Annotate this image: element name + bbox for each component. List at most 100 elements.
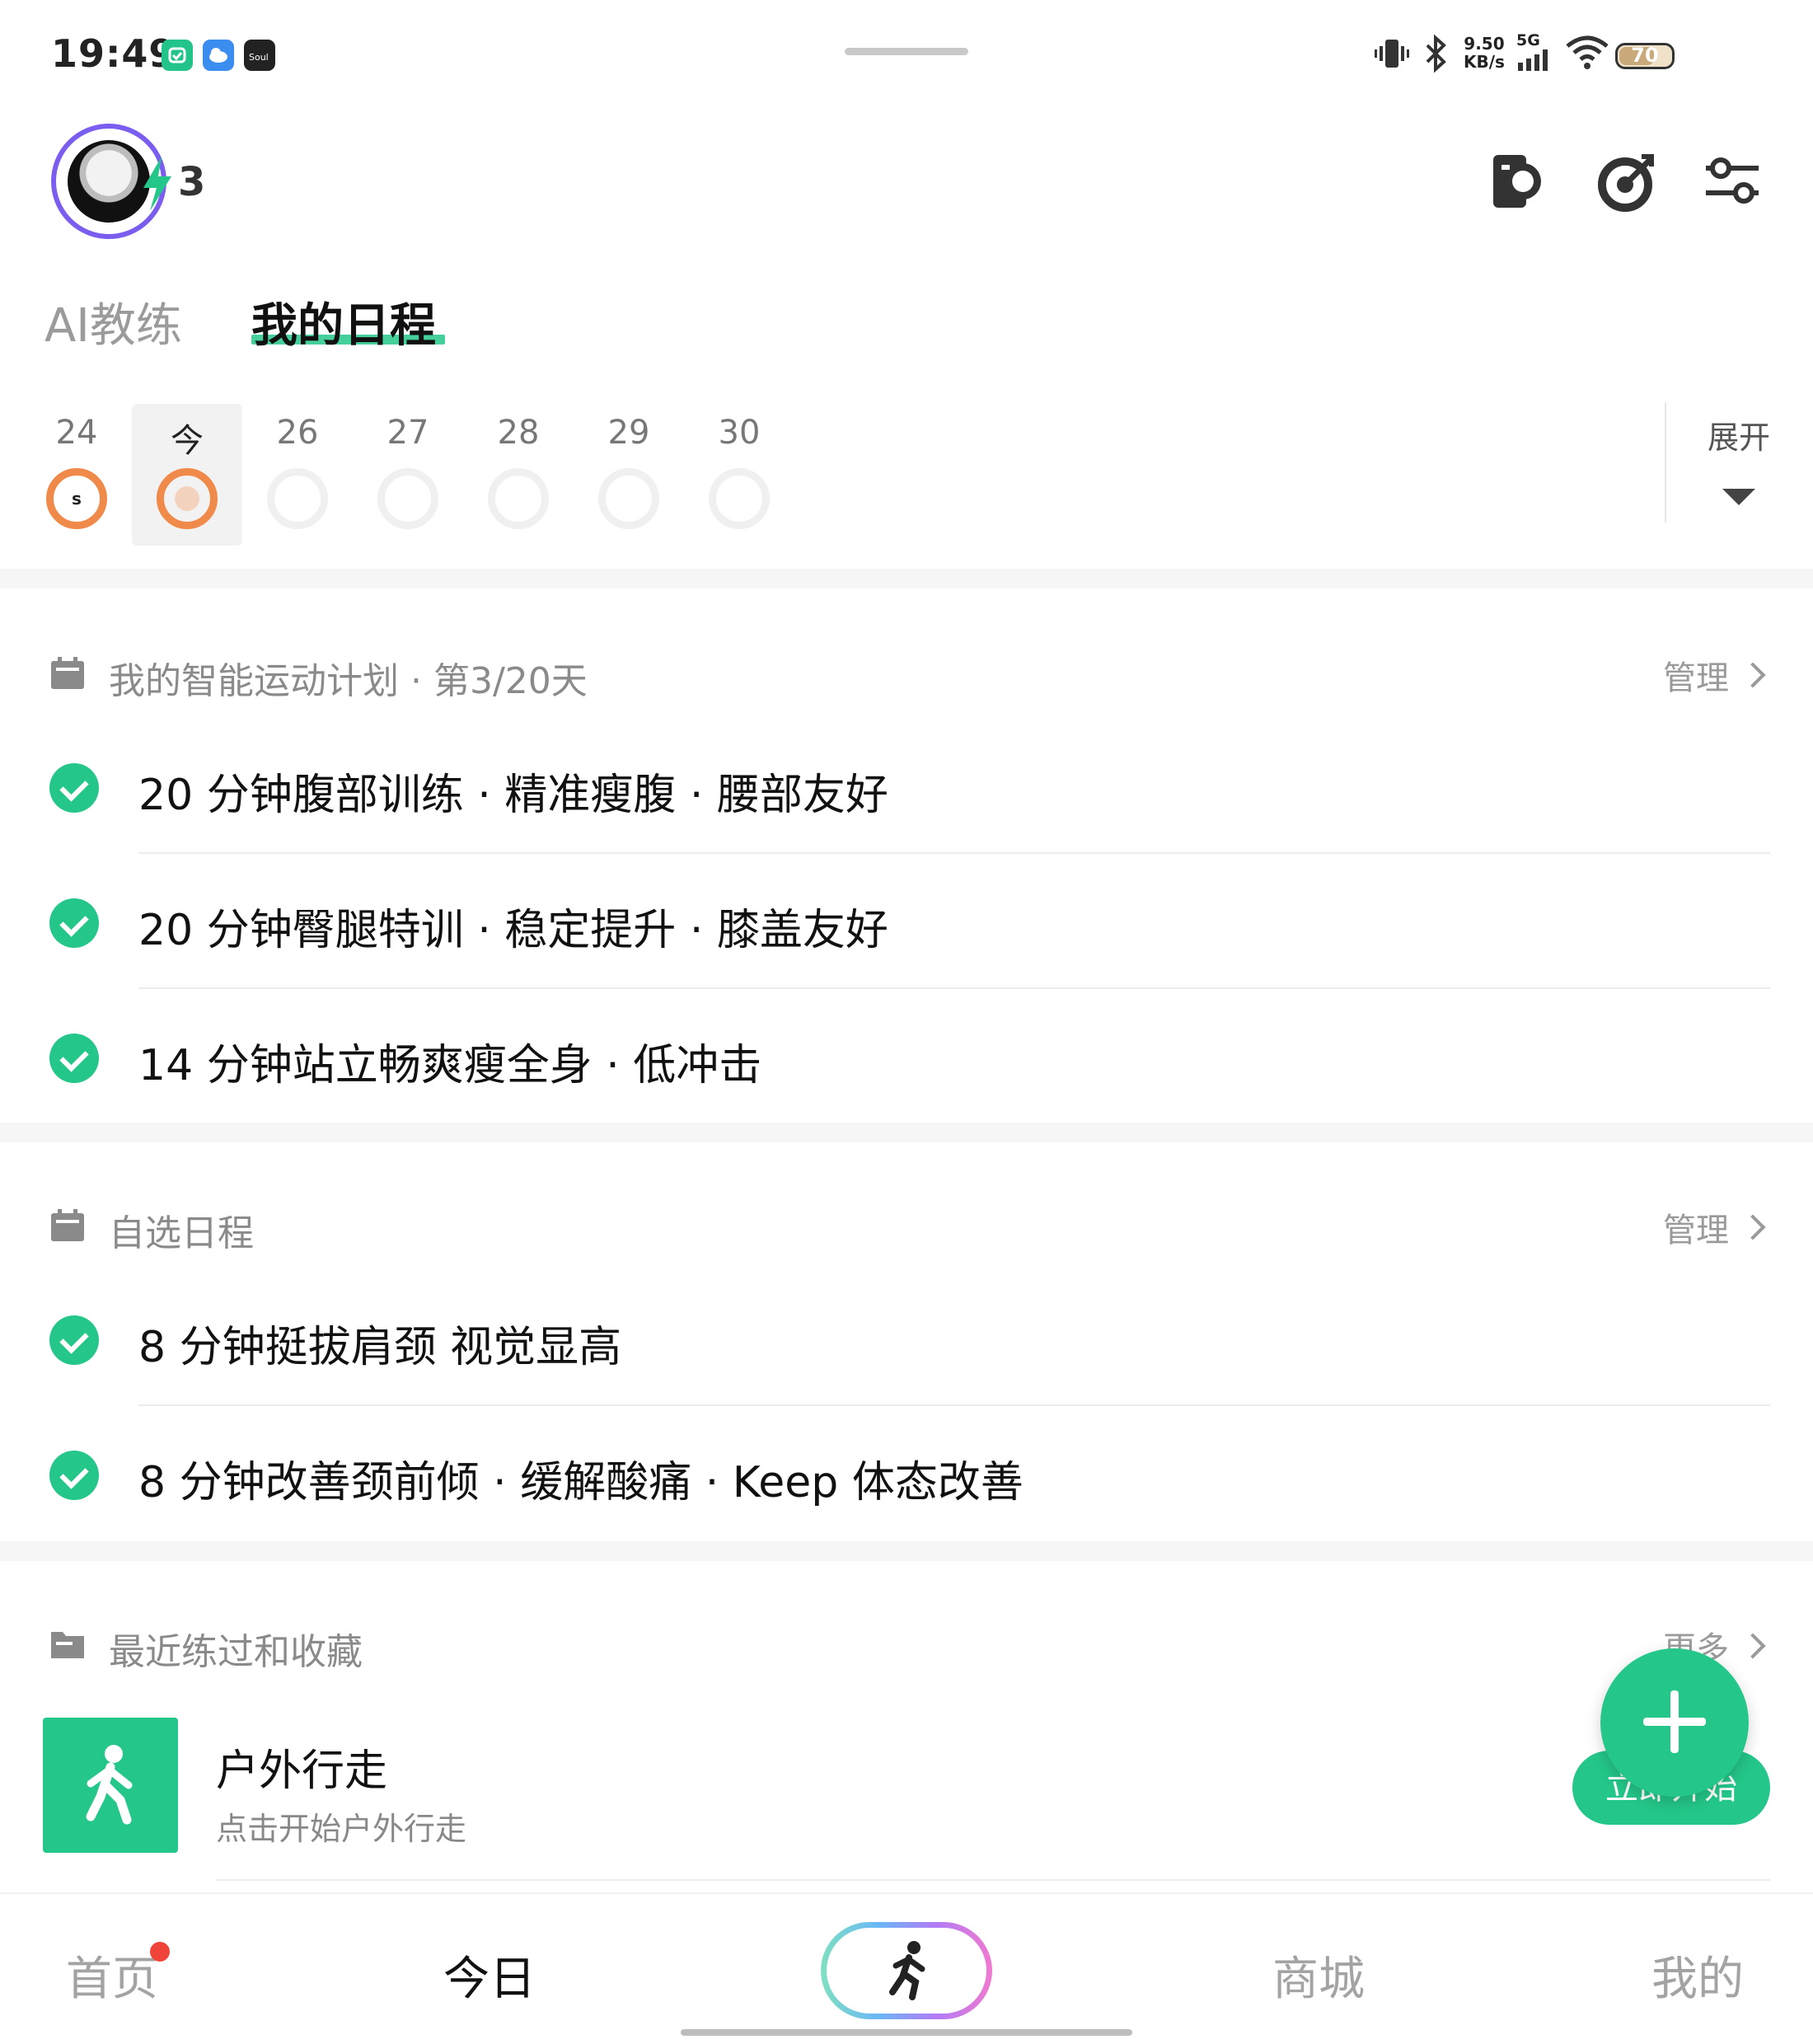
manage-plan-button[interactable]: 管理 xyxy=(1663,651,1766,699)
custom-schedule-header: 自选日程 管理 xyxy=(48,1200,1766,1254)
check-icon[interactable] xyxy=(49,1034,99,1083)
svg-text:Soul: Soul xyxy=(249,52,269,63)
plan-item-title: 20 分钟臀腿特训 · 稳定提升 · 膝盖友好 xyxy=(138,906,888,955)
nav-me[interactable]: 我的 xyxy=(1651,1942,1744,2009)
avatar-image xyxy=(68,140,150,223)
day-24[interactable]: 24 s xyxy=(21,404,132,546)
mi-fitness-icon xyxy=(162,40,193,71)
divider xyxy=(216,1879,1770,1881)
smart-plan-header: 我的智能运动计划 · 第3/20天 管理 xyxy=(48,648,1766,702)
section-separator xyxy=(0,1541,1813,1561)
activity-ring xyxy=(267,468,328,529)
schedule-item[interactable]: 8 分钟改善颈前倾 · 缓解酸痛 · Keep 体态改善 xyxy=(0,1406,1813,1541)
day-27[interactable]: 27 xyxy=(353,404,463,546)
vibrate-icon xyxy=(1371,33,1412,74)
home-indicator[interactable] xyxy=(681,2029,1132,2036)
battery-icon: 70 xyxy=(1615,43,1675,69)
activity-ring xyxy=(598,468,659,529)
signal-icon: 5G xyxy=(1516,33,1558,74)
activity-ring xyxy=(709,468,770,529)
net-speed-unit: KB/s xyxy=(1464,52,1505,72)
running-person-icon xyxy=(827,1928,986,2014)
day-today[interactable]: 今 s xyxy=(132,404,242,546)
day-28[interactable]: 28 xyxy=(463,404,574,546)
day-label: 今 xyxy=(171,422,204,460)
schedule-item[interactable]: 8 分钟挺拔肩颈 视觉显高 xyxy=(0,1271,1813,1406)
schedule-item-title: 8 分钟改善颈前倾 · 缓解酸痛 · Keep 体态改善 xyxy=(138,1458,1024,1507)
expand-button[interactable]: 展开 xyxy=(1698,412,1780,505)
section-title: 自选日程 xyxy=(109,1212,254,1254)
drag-handle[interactable] xyxy=(845,48,968,55)
recent-item-title[interactable]: 户外行走 xyxy=(216,1736,387,1798)
recent-header: 最近练过和收藏 更多 xyxy=(48,1619,1766,1673)
add-fab-button[interactable] xyxy=(1600,1648,1749,1797)
net-speed: 9.50 KB/s xyxy=(1464,35,1505,71)
section-title: 我的智能运动计划 · 第3/20天 xyxy=(109,660,588,702)
day-label: 28 xyxy=(497,414,540,452)
check-icon[interactable] xyxy=(49,898,99,948)
plan-item-title: 20 分钟腹部训练 · 精准瘦腹 · 腰部友好 xyxy=(138,771,888,820)
calendar-icon xyxy=(51,657,84,689)
section-separator xyxy=(0,1123,1813,1142)
check-icon[interactable] xyxy=(49,1451,99,1500)
walking-person-icon[interactable] xyxy=(43,1718,178,1853)
goal-icon[interactable] xyxy=(1594,148,1660,214)
expand-label: 展开 xyxy=(1707,420,1770,456)
day-label: 24 xyxy=(55,414,98,452)
calendar-icon xyxy=(51,1209,84,1241)
caret-down-icon xyxy=(1722,489,1755,505)
nav-home[interactable]: 首页 xyxy=(66,1942,158,2009)
plan-item[interactable]: 20 分钟臀腿特训 · 稳定提升 · 膝盖友好 xyxy=(0,854,1813,989)
check-icon[interactable] xyxy=(49,763,99,813)
day-badge: s xyxy=(64,486,89,511)
activity-ring: s xyxy=(46,468,107,529)
schedule-item-title: 8 分钟挺拔肩颈 视觉显高 xyxy=(138,1323,622,1372)
lightning-icon xyxy=(143,157,171,211)
day-label: 26 xyxy=(276,414,319,452)
activity-ring xyxy=(377,468,438,529)
day-label: 27 xyxy=(386,414,429,452)
notification-dot xyxy=(150,1942,170,1962)
check-icon[interactable] xyxy=(49,1315,99,1365)
status-bar: 19:49 Soul 9.50 KB/s 5G 70 xyxy=(0,0,1813,107)
battery-text: 70 xyxy=(1631,44,1659,67)
nav-run-button[interactable] xyxy=(821,1922,992,2019)
net-speed-value: 9.50 xyxy=(1464,34,1505,54)
chevron-right-icon xyxy=(1740,1214,1766,1240)
tab-ai-coach[interactable]: AI教练 xyxy=(45,288,182,355)
settings-sliders-icon[interactable] xyxy=(1699,148,1765,214)
nav-today[interactable]: 今日 xyxy=(443,1942,536,2009)
energy-count: 3 xyxy=(178,159,206,205)
wifi-icon xyxy=(1564,33,1610,74)
bottom-nav: 首页 今日 商城 我的 xyxy=(0,1892,1813,2044)
divider xyxy=(1665,402,1666,523)
network-type: 5G xyxy=(1516,31,1540,49)
section-title: 最近练过和收藏 xyxy=(109,1631,363,1673)
watch-icon[interactable] xyxy=(1487,148,1553,214)
activity-ring: s xyxy=(157,468,218,529)
nav-store[interactable]: 商城 xyxy=(1272,1942,1365,2009)
folder-icon xyxy=(51,1632,84,1658)
manage-label: 管理 xyxy=(1663,659,1729,697)
section-separator xyxy=(0,569,1813,588)
cloud-icon xyxy=(203,40,234,71)
day-30[interactable]: 30 xyxy=(684,404,794,546)
day-26[interactable]: 26 xyxy=(242,404,353,546)
tab-my-schedule[interactable]: 我的日程 xyxy=(251,288,436,355)
plan-item-title: 14 分钟站立畅爽瘦全身 · 低冲击 xyxy=(138,1041,762,1090)
manage-custom-button[interactable]: 管理 xyxy=(1663,1203,1766,1251)
soul-icon: Soul xyxy=(244,40,275,71)
day-badge: s xyxy=(175,486,199,511)
activity-ring xyxy=(488,468,549,529)
chevron-right-icon xyxy=(1740,662,1766,688)
plan-item[interactable]: 14 分钟站立畅爽瘦全身 · 低冲击 xyxy=(0,989,1813,1124)
day-29[interactable]: 29 xyxy=(574,404,684,546)
bluetooth-icon xyxy=(1419,33,1452,74)
status-time: 19:49 xyxy=(51,31,176,76)
day-label: 30 xyxy=(718,414,761,452)
recent-item-subtitle: 点击开始户外行走 xyxy=(216,1811,467,1847)
plan-item[interactable]: 20 分钟腹部训练 · 精准瘦腹 · 腰部友好 xyxy=(0,719,1813,854)
manage-label: 管理 xyxy=(1663,1212,1729,1249)
day-label: 29 xyxy=(607,414,650,452)
chevron-right-icon xyxy=(1740,1633,1766,1659)
